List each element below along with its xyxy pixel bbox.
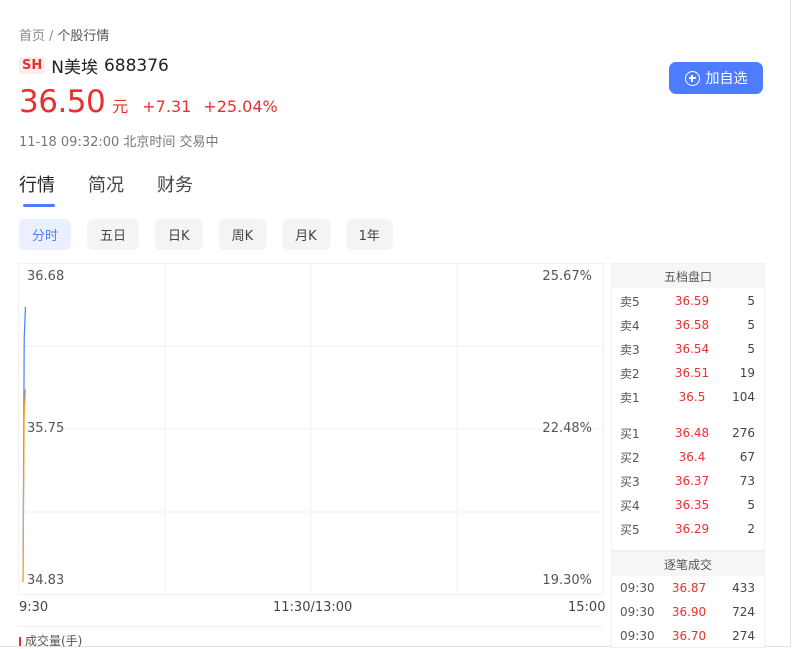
chart-period-selector: 分时 五日 日K 周K 月K 1年 bbox=[19, 219, 409, 250]
order-book-title: 五档盘口 bbox=[612, 264, 764, 288]
tab-profile[interactable]: 简况 bbox=[88, 171, 124, 197]
breadcrumb-separator: / bbox=[49, 29, 54, 44]
ask-price: 36.5 bbox=[678, 390, 706, 404]
ask-label: 卖4 bbox=[620, 318, 640, 333]
stock-title: SH N美埃 688376 bbox=[19, 53, 169, 78]
ask-price: 36.58 bbox=[674, 318, 710, 332]
ask-volume: 5 bbox=[747, 342, 755, 356]
stock-code: 688376 bbox=[103, 55, 169, 76]
trade-row: 09:30 36.90 724 bbox=[612, 600, 764, 624]
trade-time: 09:30 bbox=[620, 581, 655, 595]
bid-row: 买4 36.35 5 bbox=[612, 493, 764, 517]
y-tick-pct-top: 25.67% bbox=[542, 269, 592, 284]
plus-circle-icon bbox=[684, 70, 700, 86]
price-change-percent: +25.04% bbox=[203, 97, 278, 116]
ask-row: 卖2 36.51 19 bbox=[612, 361, 764, 385]
ask-price: 36.51 bbox=[674, 366, 710, 380]
trade-price: 36.90 bbox=[671, 605, 707, 619]
ask-row: 卖4 36.58 5 bbox=[612, 313, 764, 337]
period-monthly-k[interactable]: 月K bbox=[282, 219, 330, 250]
ask-label: 卖2 bbox=[620, 366, 640, 381]
order-book-panel: 五档盘口 卖5 36.59 5 卖4 36.58 5 卖3 36.54 5 卖2 36.51 1… bbox=[611, 263, 765, 551]
tab-finance[interactable]: 财务 bbox=[157, 171, 193, 197]
trade-price: 36.87 bbox=[671, 581, 707, 595]
bid-price: 36.29 bbox=[674, 522, 710, 536]
period-five-day[interactable]: 五日 bbox=[87, 219, 140, 250]
stock-name: N美埃 bbox=[51, 58, 98, 78]
x-tick-open: 9:30 bbox=[19, 600, 49, 615]
ask-volume: 104 bbox=[732, 390, 755, 404]
price-unit: 元 bbox=[112, 97, 129, 116]
bid-price: 36.35 bbox=[674, 498, 710, 512]
bid-volume: 276 bbox=[732, 426, 755, 440]
bid-price: 36.4 bbox=[678, 450, 706, 464]
bid-label: 买5 bbox=[620, 522, 640, 537]
bid-volume: 67 bbox=[739, 450, 755, 464]
current-price: 36.50 bbox=[19, 84, 106, 120]
price-row: 36.50 元 +7.31 +25.04% bbox=[19, 84, 278, 120]
ask-row: 卖1 36.5 104 bbox=[612, 385, 764, 409]
y-tick-pct-mid: 22.48% bbox=[542, 421, 592, 436]
main-tabs: 行情 简况 财务 bbox=[19, 171, 226, 207]
y-tick-price-mid: 35.75 bbox=[27, 421, 65, 436]
volume-label: 成交量(手) bbox=[25, 634, 83, 648]
intraday-chart-svg bbox=[19, 264, 603, 594]
quote-timestamp: 11-18 09:32:00 北京时间 交易中 bbox=[19, 135, 219, 150]
trade-time: 09:30 bbox=[620, 605, 655, 619]
x-tick-close: 15:00 bbox=[568, 600, 606, 615]
market-badge: SH bbox=[19, 57, 46, 74]
period-intraday[interactable]: 分时 bbox=[19, 219, 72, 250]
ask-label: 卖1 bbox=[620, 390, 640, 405]
bid-price: 36.37 bbox=[674, 474, 710, 488]
trade-volume: 433 bbox=[732, 581, 755, 595]
volume-bar bbox=[19, 637, 21, 646]
breadcrumb-current: 个股行情 bbox=[57, 29, 110, 44]
bid-row: 买3 36.37 73 bbox=[612, 469, 764, 493]
period-one-year[interactable]: 1年 bbox=[345, 219, 393, 250]
bid-row: 买1 36.48 276 bbox=[612, 421, 764, 445]
bid-label: 买4 bbox=[620, 498, 640, 513]
ask-price: 36.54 bbox=[674, 342, 710, 356]
ask-label: 卖3 bbox=[620, 342, 640, 357]
ask-row: 卖3 36.54 5 bbox=[612, 337, 764, 361]
ask-label: 卖5 bbox=[620, 294, 640, 309]
intraday-chart[interactable] bbox=[18, 263, 604, 595]
bid-volume: 73 bbox=[739, 474, 755, 488]
ask-volume: 5 bbox=[747, 318, 755, 332]
ask-price: 36.59 bbox=[674, 294, 710, 308]
y-tick-price-top: 36.68 bbox=[27, 269, 65, 284]
x-tick-midday: 11:30/13:00 bbox=[273, 600, 353, 615]
stock-quote-page: 首页 / 个股行情 SH N美埃 688376 36.50 元 +7.31 +25.… bbox=[0, 0, 791, 648]
bid-volume: 5 bbox=[747, 498, 755, 512]
volume-chart bbox=[18, 626, 602, 647]
bid-volume: 2 bbox=[747, 522, 755, 536]
trade-ticker-title: 逐笔成交 bbox=[612, 552, 764, 576]
trade-volume: 724 bbox=[732, 605, 755, 619]
ask-volume: 5 bbox=[747, 294, 755, 308]
trade-row: 09:30 36.70 274 bbox=[612, 624, 764, 648]
bid-row: 买5 36.29 2 bbox=[612, 517, 764, 541]
trade-row: 09:30 36.87 433 bbox=[612, 576, 764, 600]
bid-price: 36.48 bbox=[674, 426, 710, 440]
trade-volume: 274 bbox=[732, 629, 755, 643]
y-tick-price-bottom: 34.83 bbox=[27, 573, 65, 588]
trade-time: 09:30 bbox=[620, 629, 655, 643]
period-daily-k[interactable]: 日K bbox=[155, 219, 203, 250]
bid-row: 买2 36.4 67 bbox=[612, 445, 764, 469]
trade-price: 36.70 bbox=[671, 629, 707, 643]
y-tick-pct-bottom: 19.30% bbox=[542, 573, 592, 588]
breadcrumb-home[interactable]: 首页 bbox=[19, 29, 45, 44]
add-to-watchlist-button[interactable]: 加自选 bbox=[669, 62, 763, 94]
price-change: +7.31 bbox=[142, 97, 192, 116]
trade-ticker-panel: 逐笔成交 09:30 36.87 433 09:30 36.90 724 09:30 36… bbox=[611, 551, 765, 648]
ask-volume: 19 bbox=[739, 366, 755, 380]
bid-label: 买3 bbox=[620, 474, 640, 489]
add-to-watchlist-label: 加自选 bbox=[705, 71, 748, 87]
breadcrumb: 首页 / 个股行情 bbox=[19, 25, 109, 44]
bid-label: 买1 bbox=[620, 426, 640, 441]
period-weekly-k[interactable]: 周K bbox=[218, 219, 267, 250]
bid-label: 买2 bbox=[620, 450, 640, 465]
tab-quote[interactable]: 行情 bbox=[19, 171, 55, 207]
ask-row: 卖5 36.59 5 bbox=[612, 289, 764, 313]
